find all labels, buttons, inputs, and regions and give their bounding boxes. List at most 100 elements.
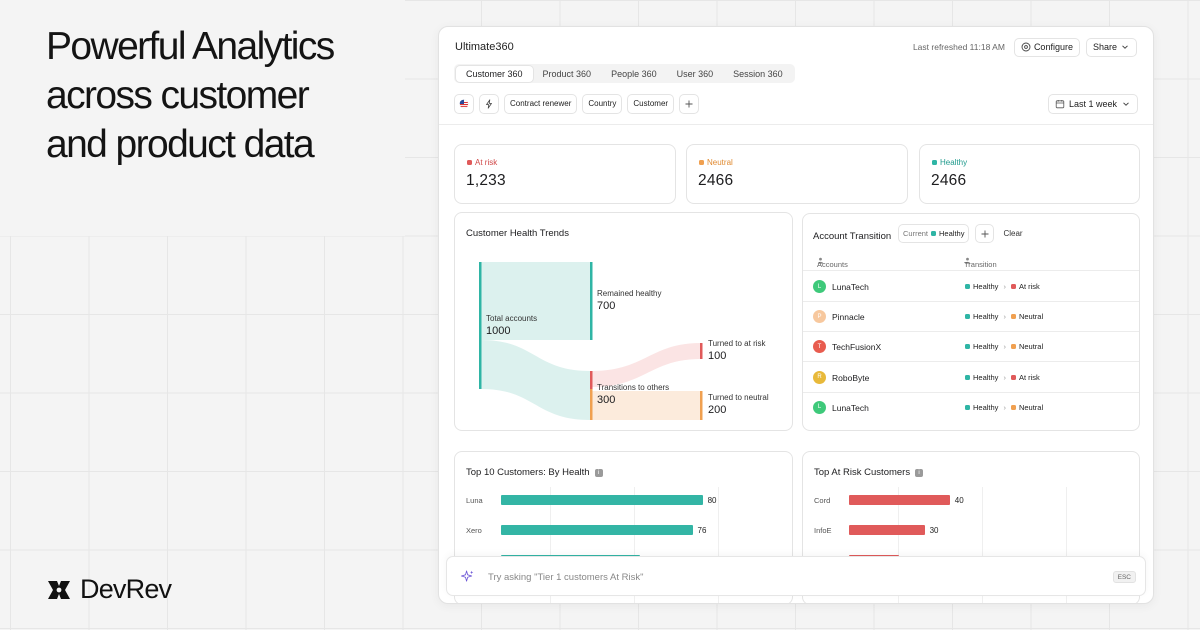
- bar-value-label: 80: [707, 496, 717, 505]
- account-transition-title: Account Transition: [813, 231, 892, 242]
- stat-card-healthy[interactable]: Healthy 2466: [919, 144, 1140, 204]
- stat-label-at-risk: At risk: [467, 158, 497, 167]
- account-name: Pinnacle: [832, 312, 865, 323]
- sankey-label-neutral: Turned to neutral: [708, 393, 769, 402]
- transition-row[interactable]: L LunaTech Healthy › Neutral: [803, 393, 1139, 423]
- from-status: Healthy: [973, 402, 999, 412]
- transition-value: Healthy › Neutral: [965, 342, 1043, 351]
- tab-user-360[interactable]: User 360: [667, 66, 724, 82]
- from-status: Healthy: [973, 372, 999, 382]
- add-transition-filter-button[interactable]: [975, 224, 995, 243]
- bar-category-label: InfoE: [814, 526, 832, 535]
- sankey-label-at-risk: Turned to at risk: [708, 339, 766, 348]
- account-name: RoboByte: [832, 372, 870, 383]
- brand: DevRev: [46, 574, 172, 605]
- account-name: LunaTech: [832, 402, 869, 413]
- share-button[interactable]: Share: [1085, 37, 1137, 57]
- to-status: Neutral: [1018, 312, 1044, 322]
- from-status-dot: [965, 314, 970, 320]
- stat-value-neutral: 2466: [698, 172, 734, 189]
- account-name: TechFusionX: [832, 342, 882, 353]
- bar-category-label: Luna: [466, 496, 483, 505]
- bar[interactable]: [501, 495, 703, 505]
- filter-customer[interactable]: Customer: [627, 93, 675, 114]
- column-accounts-label: Accounts: [817, 260, 848, 269]
- add-filter-button[interactable]: [679, 93, 700, 114]
- from-status-dot: [965, 284, 970, 289]
- clear-button[interactable]: Clear: [1000, 229, 1025, 238]
- filter-country[interactable]: Country: [582, 93, 623, 114]
- plus-icon: [685, 100, 693, 107]
- esc-key-hint[interactable]: ESC: [1112, 571, 1136, 583]
- at-risk-dot: [467, 160, 472, 165]
- account-name: LunaTech: [832, 282, 869, 292]
- sankey-label-transitions: Transitions to others: [597, 383, 670, 392]
- bar[interactable]: [849, 495, 950, 505]
- to-status-dot: [1010, 374, 1016, 380]
- sankey-label-total: Total accounts: [486, 314, 538, 323]
- plus-icon: [981, 230, 989, 237]
- ask-ai-placeholder: Try asking "Tier 1 customers At Risk": [488, 572, 644, 583]
- stat-label-text: Neutral: [707, 158, 733, 167]
- chevron-right-icon: ›: [1003, 402, 1006, 412]
- from-status: Healthy: [973, 282, 999, 291]
- transition-value: Healthy › At risk: [965, 282, 1040, 291]
- stat-card-at-risk[interactable]: At risk 1,233: [454, 144, 676, 204]
- tab-people-360[interactable]: People 360: [601, 66, 667, 82]
- configure-icon: [1021, 42, 1031, 52]
- column-transition[interactable]: Transition: [964, 257, 997, 269]
- current-status-filter[interactable]: Current Healthy: [898, 224, 970, 243]
- sankey-node-total: [479, 262, 482, 389]
- sankey-label-remained: Remained healthy: [597, 289, 662, 298]
- transition-row[interactable]: R RoboByte Healthy › At risk: [803, 363, 1139, 393]
- chevron-down-icon: [1123, 101, 1129, 106]
- date-range-select[interactable]: Last 1 week: [1047, 93, 1138, 114]
- sankey-value-remained: 700: [597, 300, 616, 312]
- sankey-node-at-risk: [700, 343, 703, 359]
- bar-category-label: Xero: [466, 526, 482, 535]
- avatar: L: [813, 400, 826, 414]
- filter-prefix: Current: [903, 229, 929, 238]
- bar[interactable]: [849, 525, 925, 535]
- bar[interactable]: [501, 525, 693, 535]
- transition-value: Healthy › Neutral: [965, 403, 1043, 412]
- info-icon[interactable]: i: [594, 468, 603, 477]
- to-status: Neutral: [1018, 342, 1044, 352]
- avatar: T: [813, 340, 826, 354]
- top-at-risk-title: Top At Risk Customers: [814, 467, 911, 478]
- sankey-flow-at-risk: [592, 343, 701, 387]
- share-label: Share: [1092, 42, 1117, 52]
- to-status-dot: [1010, 314, 1016, 320]
- quick-filter-button[interactable]: [479, 93, 499, 114]
- tab-customer-360[interactable]: Customer 360: [456, 65, 533, 82]
- region-filter-button[interactable]: [454, 93, 474, 114]
- configure-button[interactable]: Configure: [1013, 37, 1080, 57]
- tab-session-360[interactable]: Session 360: [723, 66, 793, 82]
- transition-value: Healthy › Neutral: [965, 312, 1043, 321]
- filter-contract-renewer[interactable]: Contract renewer: [504, 93, 578, 114]
- sankey-node-remained: [590, 262, 593, 340]
- stat-card-neutral[interactable]: Neutral 2466: [686, 144, 908, 204]
- filter-bar: Contract renewer Country Customer Last 1…: [454, 93, 1138, 114]
- headline-line-2: across customer: [46, 74, 310, 117]
- account-transition-card: Account Transition Current Healthy Clear…: [802, 213, 1140, 431]
- sankey-node-transitions-neutral: [590, 389, 593, 420]
- transition-value: Healthy › At risk: [965, 373, 1040, 382]
- bar-value-label: 76: [697, 526, 707, 535]
- date-range-value: Last 1 week: [1068, 98, 1117, 109]
- transition-row[interactable]: L LunaTech Healthy › At risk: [803, 272, 1139, 302]
- bar-value-label: 40: [954, 496, 964, 505]
- hero-headline: Powerful Analytics across customer and p…: [46, 22, 406, 169]
- transition-row[interactable]: T TechFusionX Healthy › Neutral: [803, 332, 1139, 363]
- info-icon[interactable]: i: [915, 468, 924, 477]
- ask-ai-input[interactable]: Try asking "Tier 1 customers At Risk" ES…: [446, 556, 1146, 596]
- from-status: Healthy: [973, 312, 999, 322]
- from-status-dot: [965, 404, 970, 410]
- bar-category-label: Cord: [814, 496, 831, 505]
- transition-row[interactable]: P Pinnacle Healthy › Neutral: [803, 302, 1139, 333]
- to-status-dot: [1010, 284, 1016, 289]
- us-flag-icon: [459, 99, 469, 108]
- tab-product-360[interactable]: Product 360: [533, 66, 602, 82]
- account-transition-controls: Current Healthy Clear: [898, 224, 1026, 243]
- column-accounts[interactable]: Accounts: [817, 257, 848, 269]
